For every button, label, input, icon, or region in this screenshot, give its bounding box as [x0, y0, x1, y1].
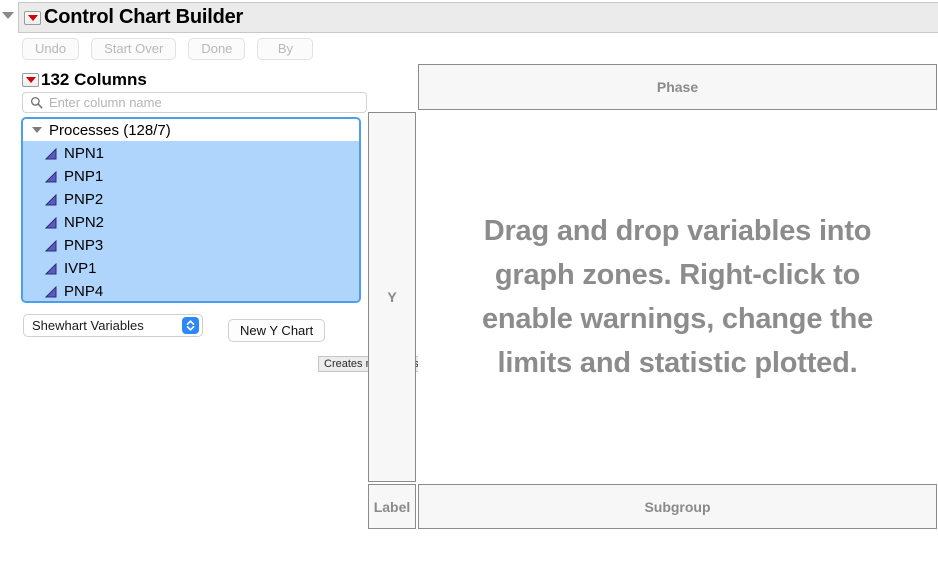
list-item-label: PNP2 — [64, 191, 104, 208]
graph-drop-area[interactable]: Drag and drop variables into graph zones… — [418, 112, 937, 482]
toolbar: Undo Start Over Done By — [22, 38, 314, 60]
drop-instructions: Drag and drop variables into graph zones… — [481, 215, 874, 379]
up-down-chevron-icon[interactable] — [182, 317, 199, 334]
new-y-chart-button[interactable]: New Y Chart — [228, 319, 326, 342]
continuous-variable-icon — [45, 285, 57, 297]
list-item[interactable]: IVP1 — [23, 257, 359, 280]
red-disclosure-triangle-icon[interactable] — [24, 10, 41, 25]
list-item[interactable]: NPN1 — [23, 142, 359, 165]
list-item-label: NPN1 — [64, 145, 105, 162]
window-titlebar: Control Chart Builder — [18, 2, 938, 33]
done-button[interactable]: Done — [188, 38, 246, 60]
columns-count-label: 132 Columns — [41, 70, 147, 89]
by-button[interactable]: By — [257, 38, 314, 60]
search-input[interactable] — [49, 95, 349, 110]
start-over-button[interactable]: Start Over — [91, 38, 177, 60]
list-item-label: IVP1 — [64, 260, 97, 277]
list-item[interactable]: NPN2 — [23, 211, 359, 234]
continuous-variable-icon — [45, 216, 57, 228]
list-item-label: PNP4 — [64, 283, 104, 300]
column-search-box[interactable] — [22, 92, 367, 113]
list-item-label: PNP3 — [64, 237, 104, 254]
statistic-select-value: Shewhart Variables — [32, 318, 144, 333]
column-list[interactable]: Processes (128/7) NPN1 PNP1 PNP2 NPN2 PN… — [21, 117, 361, 303]
list-item[interactable]: PNP1 — [23, 165, 359, 188]
list-item-label: PNP1 — [64, 168, 104, 185]
list-item[interactable]: PNP3 — [23, 234, 359, 257]
drop-zone-label[interactable]: Label — [368, 484, 416, 529]
continuous-variable-icon — [45, 239, 57, 251]
continuous-variable-icon — [45, 262, 57, 274]
control-chart-builder-window: Control Chart Builder Undo Start Over Do… — [0, 0, 938, 562]
continuous-variable-icon — [45, 193, 57, 205]
column-items: NPN1 PNP1 PNP2 NPN2 PNP3 IVP1 PNP4 — [23, 141, 359, 301]
list-item-label: NPN2 — [64, 214, 105, 231]
drop-zone-y[interactable]: Y — [368, 112, 416, 482]
column-group-label: Processes (128/7) — [49, 121, 171, 139]
statistic-select[interactable]: Shewhart Variables — [23, 314, 203, 337]
search-icon — [30, 96, 43, 109]
drop-zone-phase[interactable]: Phase — [418, 64, 937, 110]
window-disclosure-triangle-icon[interactable] — [2, 12, 14, 19]
continuous-variable-icon — [45, 170, 57, 182]
page-title: Control Chart Builder — [44, 6, 244, 28]
columns-red-disclosure-triangle-icon[interactable] — [22, 73, 39, 87]
continuous-variable-icon — [45, 147, 57, 159]
list-item[interactable]: PNP2 — [23, 188, 359, 211]
columns-header: 132 Columns — [22, 70, 147, 90]
undo-button[interactable]: Undo — [22, 38, 80, 60]
window-corner — [928, 552, 938, 562]
drop-zone-subgroup[interactable]: Subgroup — [418, 484, 937, 529]
column-group-header[interactable]: Processes (128/7) — [23, 119, 359, 141]
triangle-down-icon[interactable] — [32, 127, 42, 133]
list-item[interactable]: PNP4 — [23, 280, 359, 301]
